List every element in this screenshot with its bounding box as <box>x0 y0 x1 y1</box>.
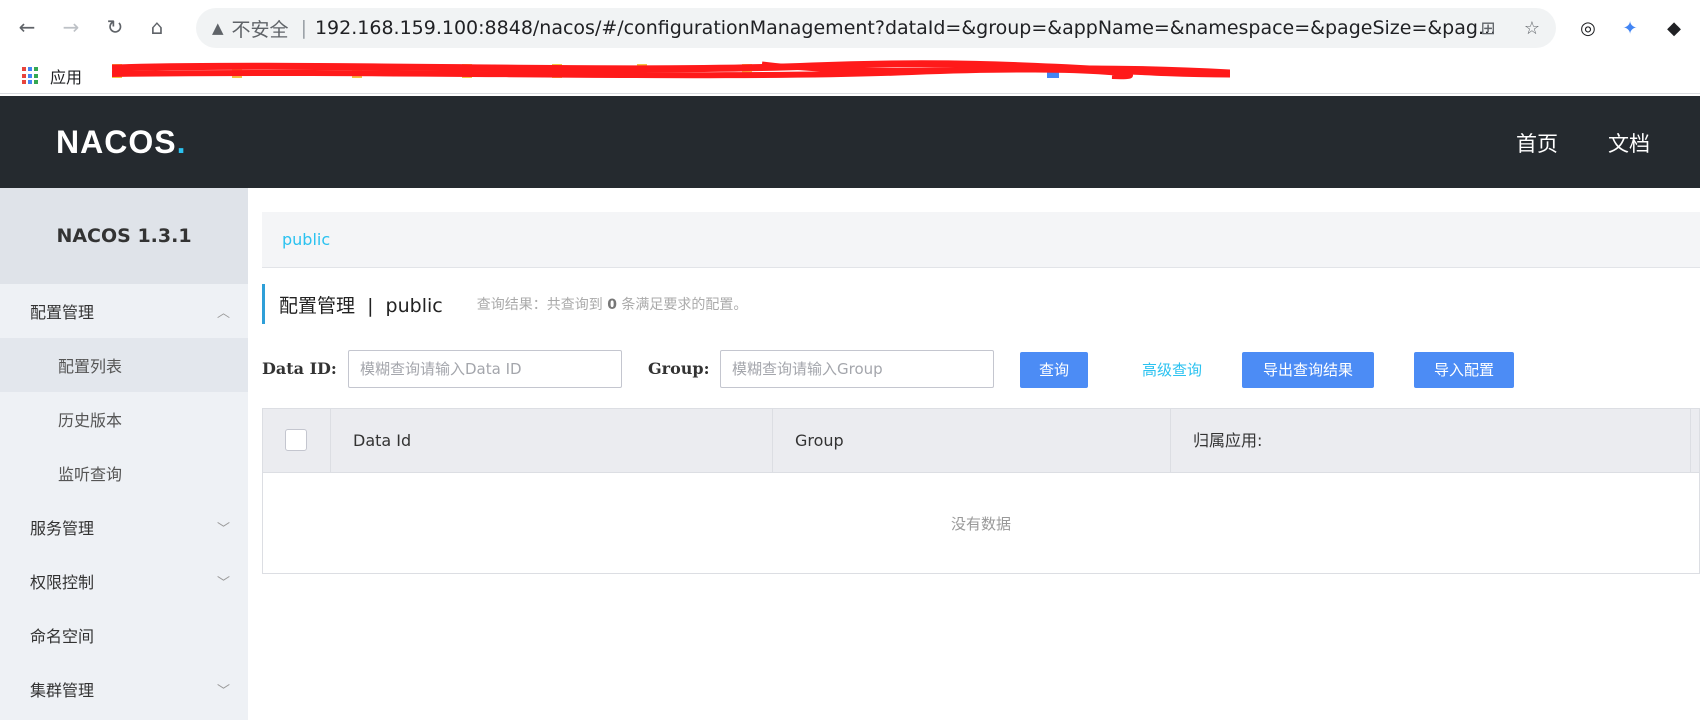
sidebar-item-config-management[interactable]: 配置管理 ︿ <box>0 284 248 338</box>
group-label: Group: <box>648 359 710 378</box>
empty-state: 没有数据 <box>950 514 1011 533</box>
translate-icon[interactable]: ⊞ <box>1474 14 1502 42</box>
main-content: public 配置管理 | public 查询结果：共查询到 0 条满足要求的配… <box>248 188 1700 720</box>
nav-docs-link[interactable]: 文档 <box>1608 128 1650 158</box>
sidebar-item-label: 历史版本 <box>58 411 123 430</box>
extension-package-icon[interactable]: ◆ <box>1660 14 1688 42</box>
column-header-data-id[interactable]: Data Id <box>331 409 773 473</box>
data-id-input[interactable] <box>348 350 622 388</box>
reload-icon[interactable]: ↻ <box>100 12 130 42</box>
query-button[interactable]: 查询 <box>1020 352 1088 388</box>
apps-label: 应用 <box>50 68 83 87</box>
chevron-down-icon: ﹀ <box>216 521 230 537</box>
namespace-bar: public <box>262 212 1700 268</box>
warning-icon: ▲ <box>212 19 224 37</box>
export-results-button[interactable]: 导出查询结果 <box>1242 352 1374 388</box>
chevron-down-icon: ﹀ <box>216 683 230 699</box>
extension-icon[interactable]: ◎ <box>1574 14 1602 42</box>
chevron-up-icon: ︿ <box>216 305 230 321</box>
sidebar-item-label: 服务管理 <box>30 519 95 538</box>
browser-toolbar: ← → ↻ ⌂ ▲ 不安全 | 192.168.159.100:8848/nac… <box>0 0 1700 56</box>
advanced-query-link[interactable]: 高级查询 <box>1142 352 1202 388</box>
namespace-tab-public[interactable]: public <box>282 230 330 249</box>
sidebar-item-label: 命名空间 <box>30 627 95 646</box>
redaction-scribble <box>112 60 1230 80</box>
result-hint: 查询结果：共查询到 0 条满足要求的配置。 <box>476 297 748 313</box>
sidebar-item-label: 集群管理 <box>30 681 95 700</box>
nacos-logo[interactable]: NACOS. <box>56 124 186 161</box>
nav-home-link[interactable]: 首页 <box>1516 128 1558 158</box>
sidebar-item-label: 监听查询 <box>58 465 123 484</box>
page-header: 配置管理 | public 查询结果：共查询到 0 条满足要求的配置。 <box>262 284 747 324</box>
page-title: 配置管理 | public <box>279 294 443 317</box>
data-id-label: Data ID: <box>262 359 337 378</box>
import-config-button[interactable]: 导入配置 <box>1414 352 1514 388</box>
sidebar-item-namespace[interactable]: 命名空间 <box>0 608 248 662</box>
sidebar-item-cluster-management[interactable]: 集群管理 ﹀ <box>0 662 248 716</box>
bookmark-star-icon[interactable]: ☆ <box>1518 14 1546 42</box>
config-table: Data Id Group 归属应用: 没有数据 <box>262 408 1700 574</box>
select-all-checkbox[interactable] <box>285 429 307 451</box>
home-icon[interactable]: ⌂ <box>142 12 172 42</box>
sidebar-item-label: 配置列表 <box>58 357 123 376</box>
google-translate-icon[interactable]: ✦ <box>1616 14 1644 42</box>
sidebar-item-label: 配置管理 <box>30 303 95 322</box>
group-input[interactable] <box>720 350 994 388</box>
sidebar-item-label: 权限控制 <box>30 573 95 592</box>
back-icon[interactable]: ← <box>12 12 42 42</box>
address-bar[interactable]: ▲ 不安全 | 192.168.159.100:8848/nacos/#/con… <box>196 8 1556 48</box>
sidebar-item-config-list[interactable]: 配置列表 <box>0 338 248 392</box>
sidebar: NACOS 1.3.1 配置管理 ︿ 配置列表 历史版本 监听查询 服务管理 ﹀… <box>0 188 248 720</box>
apps-grid-icon <box>22 67 40 85</box>
app-header: NACOS. 首页 文档 <box>0 96 1700 188</box>
sidebar-item-listener-query[interactable]: 监听查询 <box>0 446 248 500</box>
table-header: Data Id Group 归属应用: <box>263 409 1699 473</box>
search-form: Data ID: Group: 查询 高级查询 导出查询结果 导入配置 <box>262 350 1700 390</box>
url-separator: | <box>300 17 307 39</box>
insecure-label: 不安全 <box>231 18 289 41</box>
sidebar-item-service-management[interactable]: 服务管理 ﹀ <box>0 500 248 554</box>
sidebar-item-access-control[interactable]: 权限控制 ﹀ <box>0 554 248 608</box>
forward-icon[interactable]: → <box>56 12 86 42</box>
apps-shortcut[interactable]: 应用 <box>22 64 82 88</box>
url-text: 192.168.159.100:8848/nacos/#/configurati… <box>314 17 1497 39</box>
select-all-cell <box>263 409 331 473</box>
bookmarks-bar: 应用 <box>0 56 1700 94</box>
column-header-group[interactable]: Group <box>773 409 1171 473</box>
sidebar-item-history[interactable]: 历史版本 <box>0 392 248 446</box>
column-header-app[interactable]: 归属应用: <box>1171 409 1691 473</box>
sidebar-title: NACOS 1.3.1 <box>0 188 248 284</box>
chevron-down-icon: ﹀ <box>216 575 230 591</box>
